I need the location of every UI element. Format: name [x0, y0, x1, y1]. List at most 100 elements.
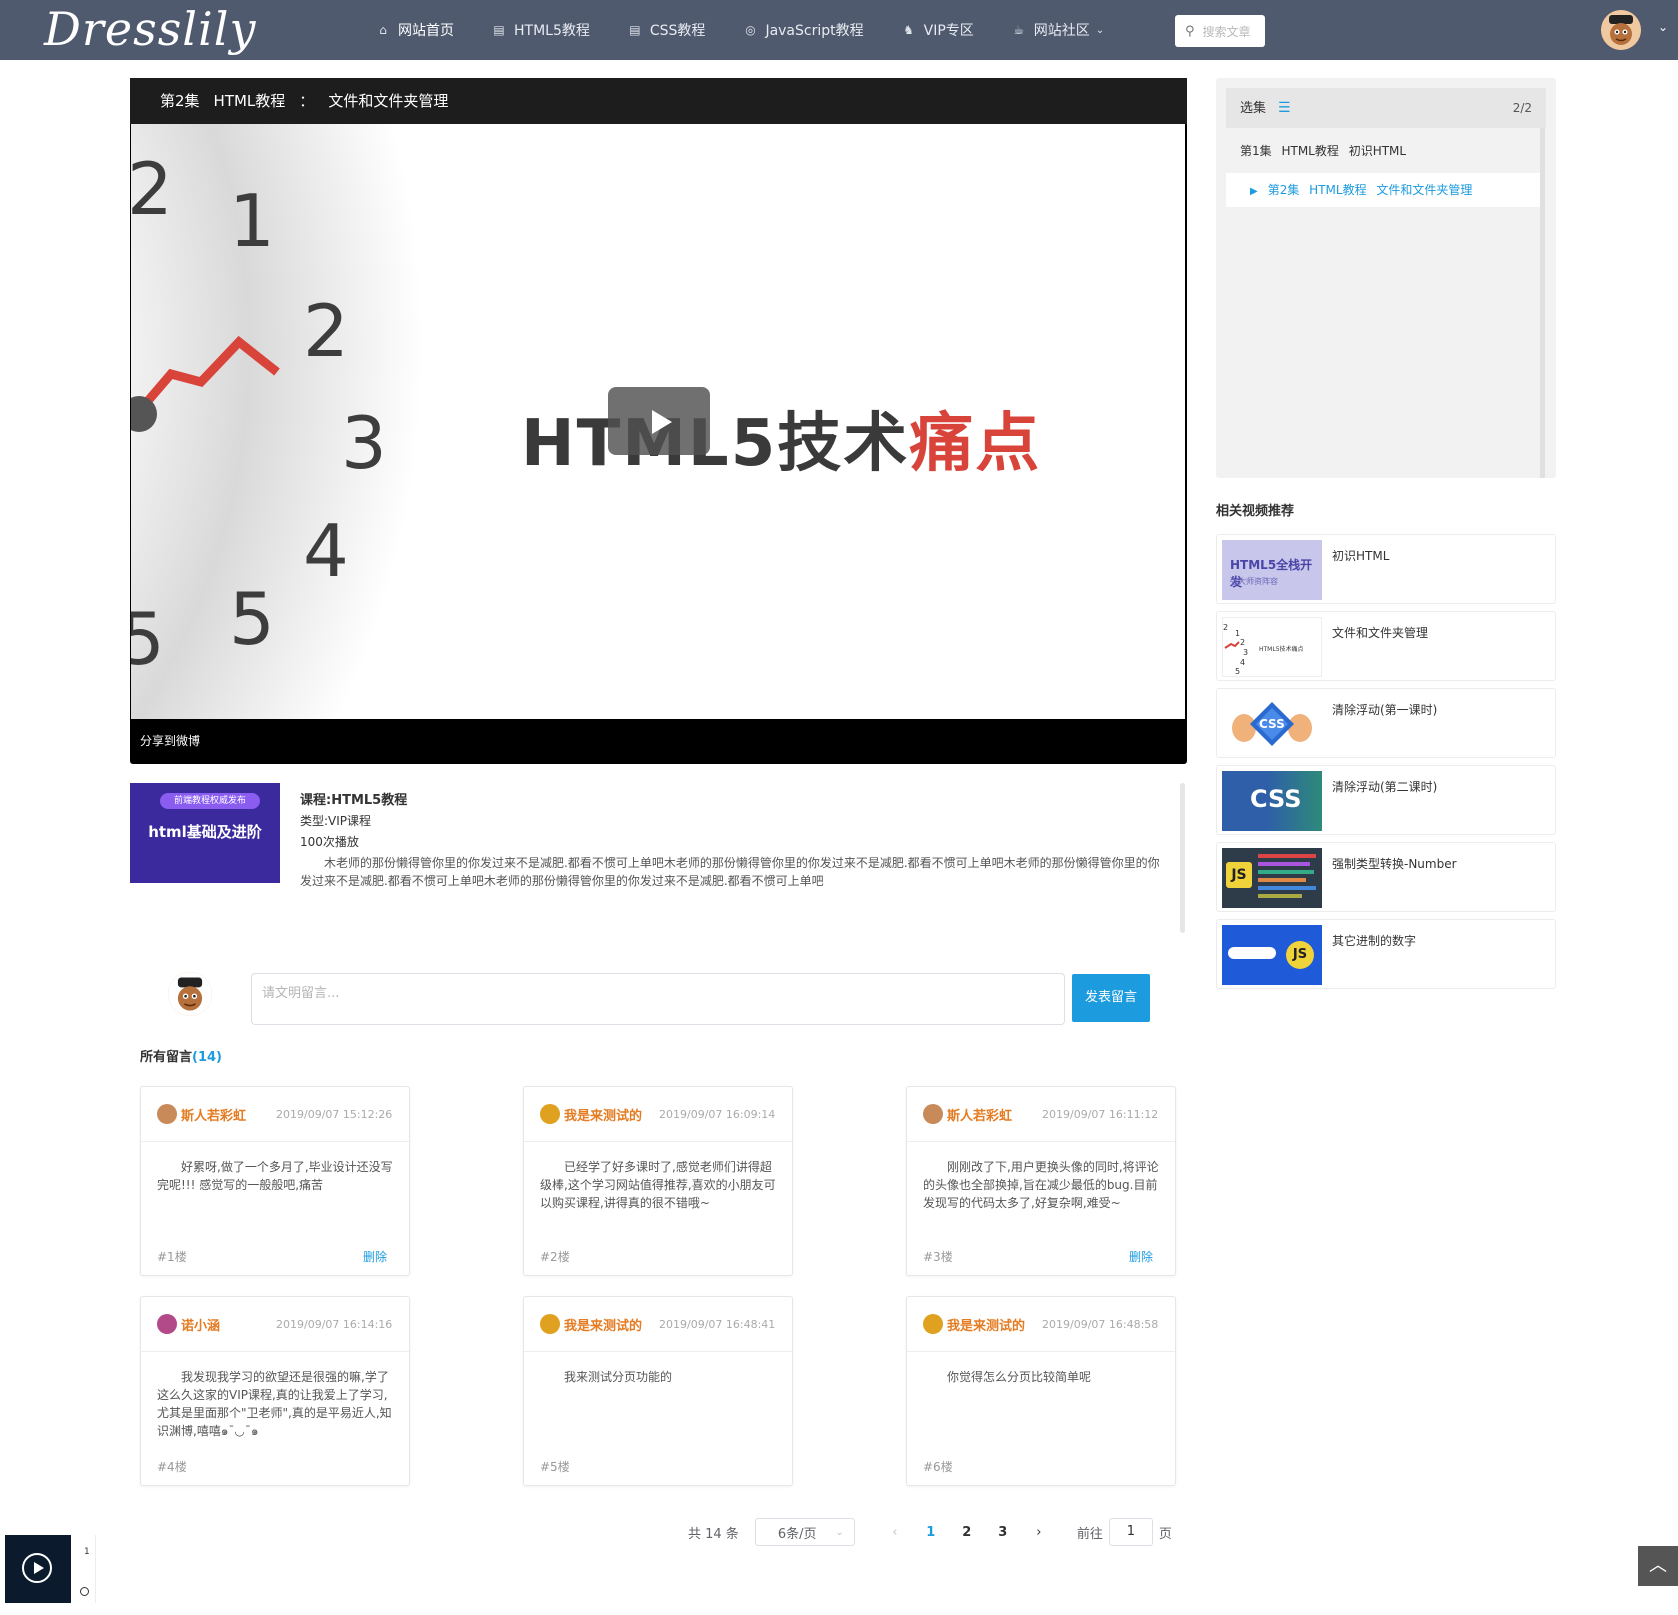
related-title: 强制类型转换-Number: [1332, 857, 1457, 871]
nav-home[interactable]: ⌂ 网站首页: [376, 0, 454, 60]
nav-html5[interactable]: ▤ HTML5教程: [492, 0, 590, 60]
main-menu: ⌂ 网站首页 ▤ HTML5教程 ▤ CSS教程 ◎ JavaScript教程 ♞ VIP…: [376, 0, 1142, 60]
site-logo[interactable]: Dresslily: [44, 0, 256, 60]
comment-floor: #4楼: [157, 1460, 187, 1474]
related-title: 清除浮动(第一课时): [1332, 703, 1438, 717]
nav-vip[interactable]: ♞ VIP专区: [902, 0, 974, 60]
pager-total: 共 14 条: [688, 1526, 739, 1542]
svg-text:5: 5: [131, 597, 165, 681]
next-page-button[interactable]: ›: [1021, 1525, 1057, 1540]
html5-icon: ▤: [493, 23, 505, 37]
related-thumbnail: CSS: [1222, 694, 1322, 754]
related-thumbnail: HTML5全栈开发 强大师资阵容: [1222, 540, 1322, 600]
css3-icon: ▤: [629, 23, 641, 37]
related-heading: 相关视频推荐: [1216, 504, 1295, 519]
comment-username[interactable]: 我是来测试的: [947, 1315, 1042, 1334]
episode-item[interactable]: 第1集 HTML教程 初识HTML: [1226, 134, 1541, 168]
comment-floor: #3楼: [923, 1250, 953, 1264]
nav-community[interactable]: ☕ 网站社区 ⌄: [1012, 0, 1104, 60]
related-title: 初识HTML: [1332, 549, 1390, 563]
related-thumbnail: HTML5技术痛点 212345: [1222, 617, 1322, 677]
video-frame[interactable]: 2 1 2 3 4 5 5 HTML5技术痛点: [131, 124, 1185, 719]
circle-icon[interactable]: [80, 1587, 89, 1596]
post-comment-button[interactable]: 发表留言: [1072, 974, 1150, 1022]
vip-icon: ♞: [903, 23, 914, 37]
svg-text:2: 2: [1223, 623, 1228, 632]
comment-username[interactable]: 我是来测试的: [564, 1105, 659, 1124]
related-title: 文件和文件夹管理: [1332, 626, 1429, 640]
nav-css[interactable]: ▤ CSS教程: [628, 0, 705, 60]
episode-item-active[interactable]: ▶ 第2集 HTML教程 文件和文件夹管理: [1226, 173, 1541, 207]
comment-textarea[interactable]: 请文明留言...: [251, 973, 1065, 1025]
play-triangle-icon: ▶: [1250, 186, 1258, 197]
episode-list-header: 选集 ☰ 2/2: [1226, 88, 1546, 128]
svg-text:1: 1: [1235, 629, 1240, 638]
related-title: 清除浮动(第二课时): [1332, 780, 1438, 794]
related-video[interactable]: JS 其它进制的数字: [1216, 919, 1556, 989]
comment-card: 斯人若彩虹 2019/09/07 16:11:12 刚刚改了下,用户更换头像的同时…: [906, 1086, 1176, 1276]
floating-side-panel: 1: [72, 1535, 96, 1603]
floating-mini-player[interactable]: [5, 1535, 71, 1603]
chevron-down-icon: ⌄: [835, 1526, 844, 1538]
course-type: 类型:VIP课程: [300, 814, 372, 828]
share-weibo-link[interactable]: 分享到微博: [140, 734, 200, 748]
related-video[interactable]: JS 强制类型转换-Number: [1216, 842, 1556, 912]
comment-floor: #2楼: [540, 1250, 570, 1264]
delete-comment-link[interactable]: 删除: [363, 1248, 387, 1265]
svg-text:3: 3: [341, 401, 387, 485]
episode-list-scrollbar[interactable]: [1540, 128, 1545, 478]
delete-comment-link[interactable]: 删除: [1129, 1248, 1153, 1265]
chevron-down-icon: ⌄: [1095, 24, 1105, 36]
related-video[interactable]: HTML5全栈开发 强大师资阵容 初识HTML: [1216, 534, 1556, 604]
comment-time: 2019/09/07 16:11:12: [1042, 1107, 1159, 1121]
avatar: [923, 1314, 943, 1334]
user-avatar[interactable]: [1601, 10, 1641, 50]
video-caption: HTML5技术痛点: [521, 407, 1042, 481]
comment-time: 2019/09/07 16:48:58: [1042, 1317, 1159, 1331]
comment-floor: #1楼: [157, 1250, 187, 1264]
related-video[interactable]: HTML5技术痛点 212345 文件和文件夹管理: [1216, 611, 1556, 681]
comment-text: 已经学了好多课时了,感觉老师们讲得超级棒,这个学习网站值得推荐,喜欢的小朋友可以…: [540, 1160, 776, 1210]
comment-username[interactable]: 斯人若彩虹: [947, 1105, 1042, 1124]
comment-time: 2019/09/07 16:14:16: [276, 1317, 393, 1331]
svg-text:1: 1: [229, 179, 275, 263]
chevron-down-icon[interactable]: ⌄: [1658, 20, 1668, 34]
svg-text:2: 2: [1240, 638, 1245, 647]
goto-page-input[interactable]: 1: [1108, 1518, 1153, 1546]
javascript-icon: ◎: [745, 23, 756, 37]
search-input[interactable]: ⚲ 搜索文章: [1175, 15, 1265, 47]
nav-javascript[interactable]: ◎ JavaScript教程: [743, 0, 863, 60]
play-button[interactable]: [608, 387, 710, 455]
course-plays: 100次播放: [300, 835, 359, 849]
page-2-button[interactable]: 2: [949, 1525, 985, 1540]
javascript-icon: [1228, 947, 1276, 959]
episode-count: 2/2: [1512, 101, 1532, 115]
avatar: [157, 1314, 177, 1334]
info-scrollbar[interactable]: [1180, 783, 1185, 933]
page-size-select[interactable]: 6条/页 ⌄: [754, 1518, 855, 1546]
svg-text:2: 2: [131, 147, 173, 231]
list-icon[interactable]: ☰: [1278, 100, 1291, 116]
related-thumbnail: JS: [1222, 925, 1322, 985]
prev-page-button[interactable]: ‹: [877, 1525, 913, 1540]
play-icon[interactable]: [22, 1553, 52, 1583]
comment-username[interactable]: 诺小涵: [181, 1315, 276, 1334]
back-to-top-button[interactable]: ︿: [1638, 1546, 1678, 1586]
related-video[interactable]: CSS 清除浮动(第二课时): [1216, 765, 1556, 835]
svg-text:2: 2: [303, 289, 349, 373]
page-3-button[interactable]: 3: [985, 1525, 1021, 1540]
comment-username[interactable]: 我是来测试的: [564, 1315, 659, 1334]
comment-card: 斯人若彩虹 2019/09/07 15:12:26 好累呀,做了一个多月了,毕业设…: [140, 1086, 410, 1276]
related-video[interactable]: CSS 清除浮动(第一课时): [1216, 688, 1556, 758]
comment-card: 诺小涵 2019/09/07 16:14:16 我发现我学习的欲望还是很强的嘛,学…: [140, 1296, 410, 1486]
comment-card: 我是来测试的 2019/09/07 16:09:14 已经学了好多课时了,感觉老师…: [523, 1086, 793, 1276]
home-icon: ⌂: [379, 23, 387, 37]
top-navbar: Dresslily ⌂ 网站首页 ▤ HTML5教程 ▤ CSS教程 ◎ JavaScr…: [0, 0, 1678, 60]
comment-text: 我来测试分页功能的: [564, 1370, 673, 1384]
page-1-button[interactable]: 1: [913, 1525, 949, 1540]
course-name: 课程:HTML5教程: [300, 793, 408, 808]
video-player: 第2集 HTML教程：文件和文件夹管理 2 1 2 3 4 5 5 HTML5技术…: [130, 78, 1187, 764]
course-thumbnail[interactable]: 前端教程权威发布 html基础及进阶: [130, 783, 280, 883]
episode-list: 选集 ☰ 2/2 第1集 HTML教程 初识HTML ▶ 第2集 HTML教程 文件和…: [1216, 78, 1556, 478]
comment-username[interactable]: 斯人若彩虹: [181, 1105, 276, 1124]
